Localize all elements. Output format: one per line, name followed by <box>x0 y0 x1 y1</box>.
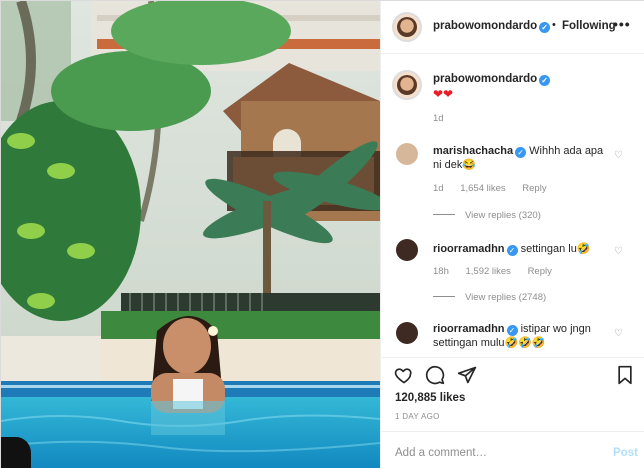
post-comment-button[interactable]: Post <box>613 447 638 459</box>
post-details-panel: prabowomondardo ✓ • Following ••• prabowo… <box>380 1 644 468</box>
comment-text: settingan lu🤣 <box>520 243 591 255</box>
comment-reply-button[interactable]: Reply <box>528 266 552 277</box>
comment-likes[interactable]: 1,654 likes <box>460 183 505 194</box>
comment-avatar[interactable] <box>396 322 418 344</box>
post-age[interactable]: 1 DAY AGO <box>395 412 440 421</box>
comment-username[interactable]: rioorramadhn <box>433 243 505 255</box>
bookmark-icon[interactable] <box>616 365 634 385</box>
post-frame: prabowomondardo ✓ • Following ••• prabowo… <box>0 0 644 468</box>
comment-avatar[interactable] <box>396 143 418 165</box>
comment-like-icon[interactable]: ♡ <box>614 150 623 161</box>
view-replies-label[interactable]: View replies (320) <box>465 210 541 221</box>
comment-likes[interactable]: 1,592 likes <box>466 266 511 277</box>
verified-badge-icon: ✓ <box>506 325 518 336</box>
comment-box-divider <box>381 431 644 432</box>
view-replies-button[interactable]: View replies (2748) <box>433 292 546 303</box>
like-count[interactable]: 120,885 likes <box>395 392 465 404</box>
comment-body: marishachacha ✓ Wihhh ada apa ni dek😂 <box>433 144 613 172</box>
actions-divider <box>381 357 644 358</box>
comment-reply-button[interactable]: Reply <box>522 183 546 194</box>
paper-plane-icon[interactable] <box>457 365 477 385</box>
comment-like-icon[interactable]: ♡ <box>614 246 623 257</box>
author-username-text[interactable]: prabowomondardo <box>433 20 537 32</box>
comment-bubble-icon[interactable] <box>425 365 445 385</box>
view-replies-line <box>433 296 455 297</box>
comment-meta: 1d 1,654 likes Reply <box>433 183 561 194</box>
caption-username[interactable]: prabowomondardo ✓ <box>433 73 551 86</box>
author-username[interactable]: prabowomondardo ✓ <box>433 20 551 33</box>
post-header: prabowomondardo ✓ • Following ••• <box>381 1 644 54</box>
view-replies-button[interactable]: View replies (320) <box>433 210 541 221</box>
comment-age[interactable]: 1d <box>433 183 444 194</box>
header-separator: • <box>552 19 556 31</box>
view-replies-line <box>433 214 455 215</box>
author-avatar-photo <box>397 17 417 37</box>
verified-badge-icon: ✓ <box>506 245 518 256</box>
comment-username[interactable]: marishachacha <box>433 145 513 157</box>
comment-body: rioorramadhn ✓ settingan lu🤣 <box>433 242 613 256</box>
comment-like-icon[interactable]: ♡ <box>614 328 623 339</box>
caption-username-text[interactable]: prabowomondardo <box>433 73 537 85</box>
caption-avatar-photo <box>397 75 417 95</box>
more-options-icon[interactable]: ••• <box>613 16 631 32</box>
comment-username[interactable]: rioorramadhn <box>433 323 505 335</box>
following-button[interactable]: Following <box>562 20 616 32</box>
view-replies-label[interactable]: View replies (2748) <box>465 292 546 303</box>
author-avatar[interactable] <box>392 12 422 42</box>
comment-meta: 18h 1,592 likes Reply <box>433 266 566 277</box>
verified-badge-icon: ✓ <box>515 147 527 158</box>
verified-badge-icon: ✓ <box>539 75 551 86</box>
comment-age[interactable]: 18h <box>433 266 449 277</box>
comment-avatar[interactable] <box>396 239 418 261</box>
heart-outline-icon[interactable] <box>394 365 414 385</box>
verified-badge-icon: ✓ <box>539 22 551 33</box>
caption-avatar[interactable] <box>392 70 422 100</box>
pool-photo-illustration <box>1 1 380 468</box>
caption-text: ❤❤ <box>433 87 454 101</box>
post-photo[interactable] <box>1 1 380 468</box>
comment-body: rioorramadhn ✓ istipar wo jngn settingan … <box>433 322 613 350</box>
corner-avatar <box>1 437 31 468</box>
caption-timestamp[interactable]: 1d <box>433 113 444 124</box>
add-comment-input[interactable]: Add a comment… <box>395 447 487 459</box>
